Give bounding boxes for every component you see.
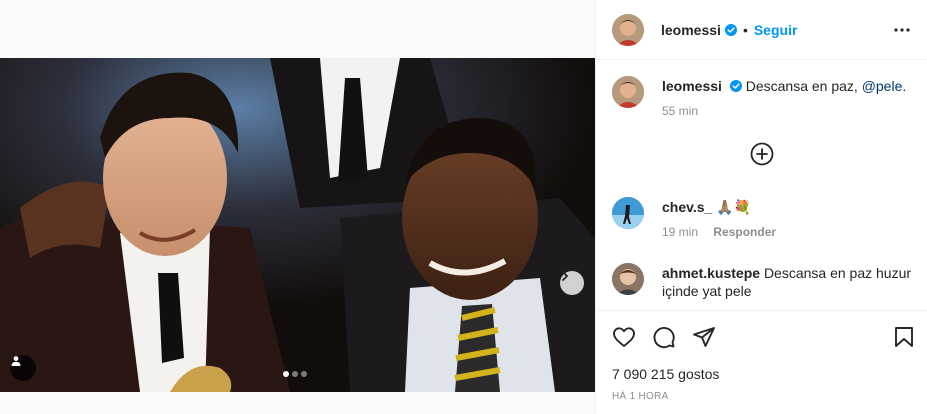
follow-button[interactable]: Seguir: [754, 22, 798, 38]
caption-trailing: .: [902, 78, 907, 94]
avatar[interactable]: [612, 13, 644, 46]
avatar-image: [612, 197, 644, 229]
instagram-post-view: leomessi • Seguir leomessi Descansa en p…: [0, 0, 927, 414]
carousel-indicator: [283, 371, 307, 377]
caption-username[interactable]: leomessi: [662, 78, 722, 94]
carousel-dot-2: [292, 371, 298, 377]
more-options-icon[interactable]: [893, 22, 911, 43]
load-more-comments-button[interactable]: [750, 142, 774, 171]
carousel-dot-1: [283, 371, 289, 377]
bookmark-icon[interactable]: [892, 325, 916, 354]
verified-badge-icon: [724, 23, 737, 36]
comment-meta: 19 min Responder: [662, 223, 912, 241]
caption: leomessi Descansa en paz, @pele. 55 min: [612, 76, 912, 120]
caption-body: leomessi Descansa en paz, @pele. 55 min: [662, 77, 912, 120]
comment-username[interactable]: chev.s_: [662, 199, 712, 215]
heart-icon[interactable]: [612, 325, 636, 349]
user-tag-icon: [11, 356, 21, 366]
share-icon[interactable]: [692, 325, 716, 349]
carousel-dot-3: [301, 371, 307, 377]
caption-mention[interactable]: @pele: [862, 78, 903, 94]
comment-username[interactable]: ahmet.kustepe: [662, 265, 760, 281]
avatar-image: [612, 13, 644, 46]
comments-section: leomessi Descansa en paz, @pele. 55 min: [596, 60, 927, 310]
caption-avatar[interactable]: [612, 76, 644, 108]
likes-count[interactable]: 7 090 215 gostos: [612, 366, 719, 382]
caption-text: Descansa en paz,: [745, 78, 862, 94]
posted-time[interactable]: HÁ 1 HORA: [612, 391, 669, 402]
reply-button[interactable]: Responder: [713, 225, 776, 239]
post-author-username[interactable]: leomessi: [661, 22, 721, 38]
user-tag-button[interactable]: [10, 355, 36, 381]
comment-text: 🙏🏽💐: [716, 199, 752, 215]
post-photo[interactable]: [0, 58, 595, 392]
comment-body: chev.s_ 🙏🏽💐 19 min Responder: [662, 198, 912, 241]
carousel-next-button[interactable]: [560, 271, 584, 295]
post-header: leomessi • Seguir: [596, 0, 927, 60]
comment-item: ahmet.kustepe Descansa en paz huzur için…: [612, 263, 912, 300]
post-sidebar: leomessi • Seguir leomessi Descansa en p…: [595, 0, 927, 414]
media-pane: [0, 0, 595, 414]
comment-body: ahmet.kustepe Descansa en paz huzur için…: [662, 264, 912, 300]
avatar-image: [612, 76, 644, 108]
post-actions: 7 090 215 gostos HÁ 1 HORA: [596, 310, 927, 414]
comment-item: chev.s_ 🙏🏽💐 19 min Responder: [612, 197, 912, 241]
chevron-right-icon: [562, 271, 569, 281]
plus-circle-icon: [750, 142, 774, 166]
comment-icon[interactable]: [652, 325, 676, 349]
verified-badge-icon: [729, 80, 742, 92]
action-icons: [612, 325, 716, 349]
caption-meta: 55 min: [662, 102, 912, 120]
comment-avatar[interactable]: [612, 263, 644, 295]
header-separator: •: [742, 21, 748, 38]
caption-time: 55 min: [662, 104, 699, 118]
comment-time: 19 min: [662, 225, 699, 239]
photo-illustration: [0, 58, 595, 392]
avatar-image: [612, 263, 644, 295]
comment-avatar[interactable]: [612, 197, 644, 229]
